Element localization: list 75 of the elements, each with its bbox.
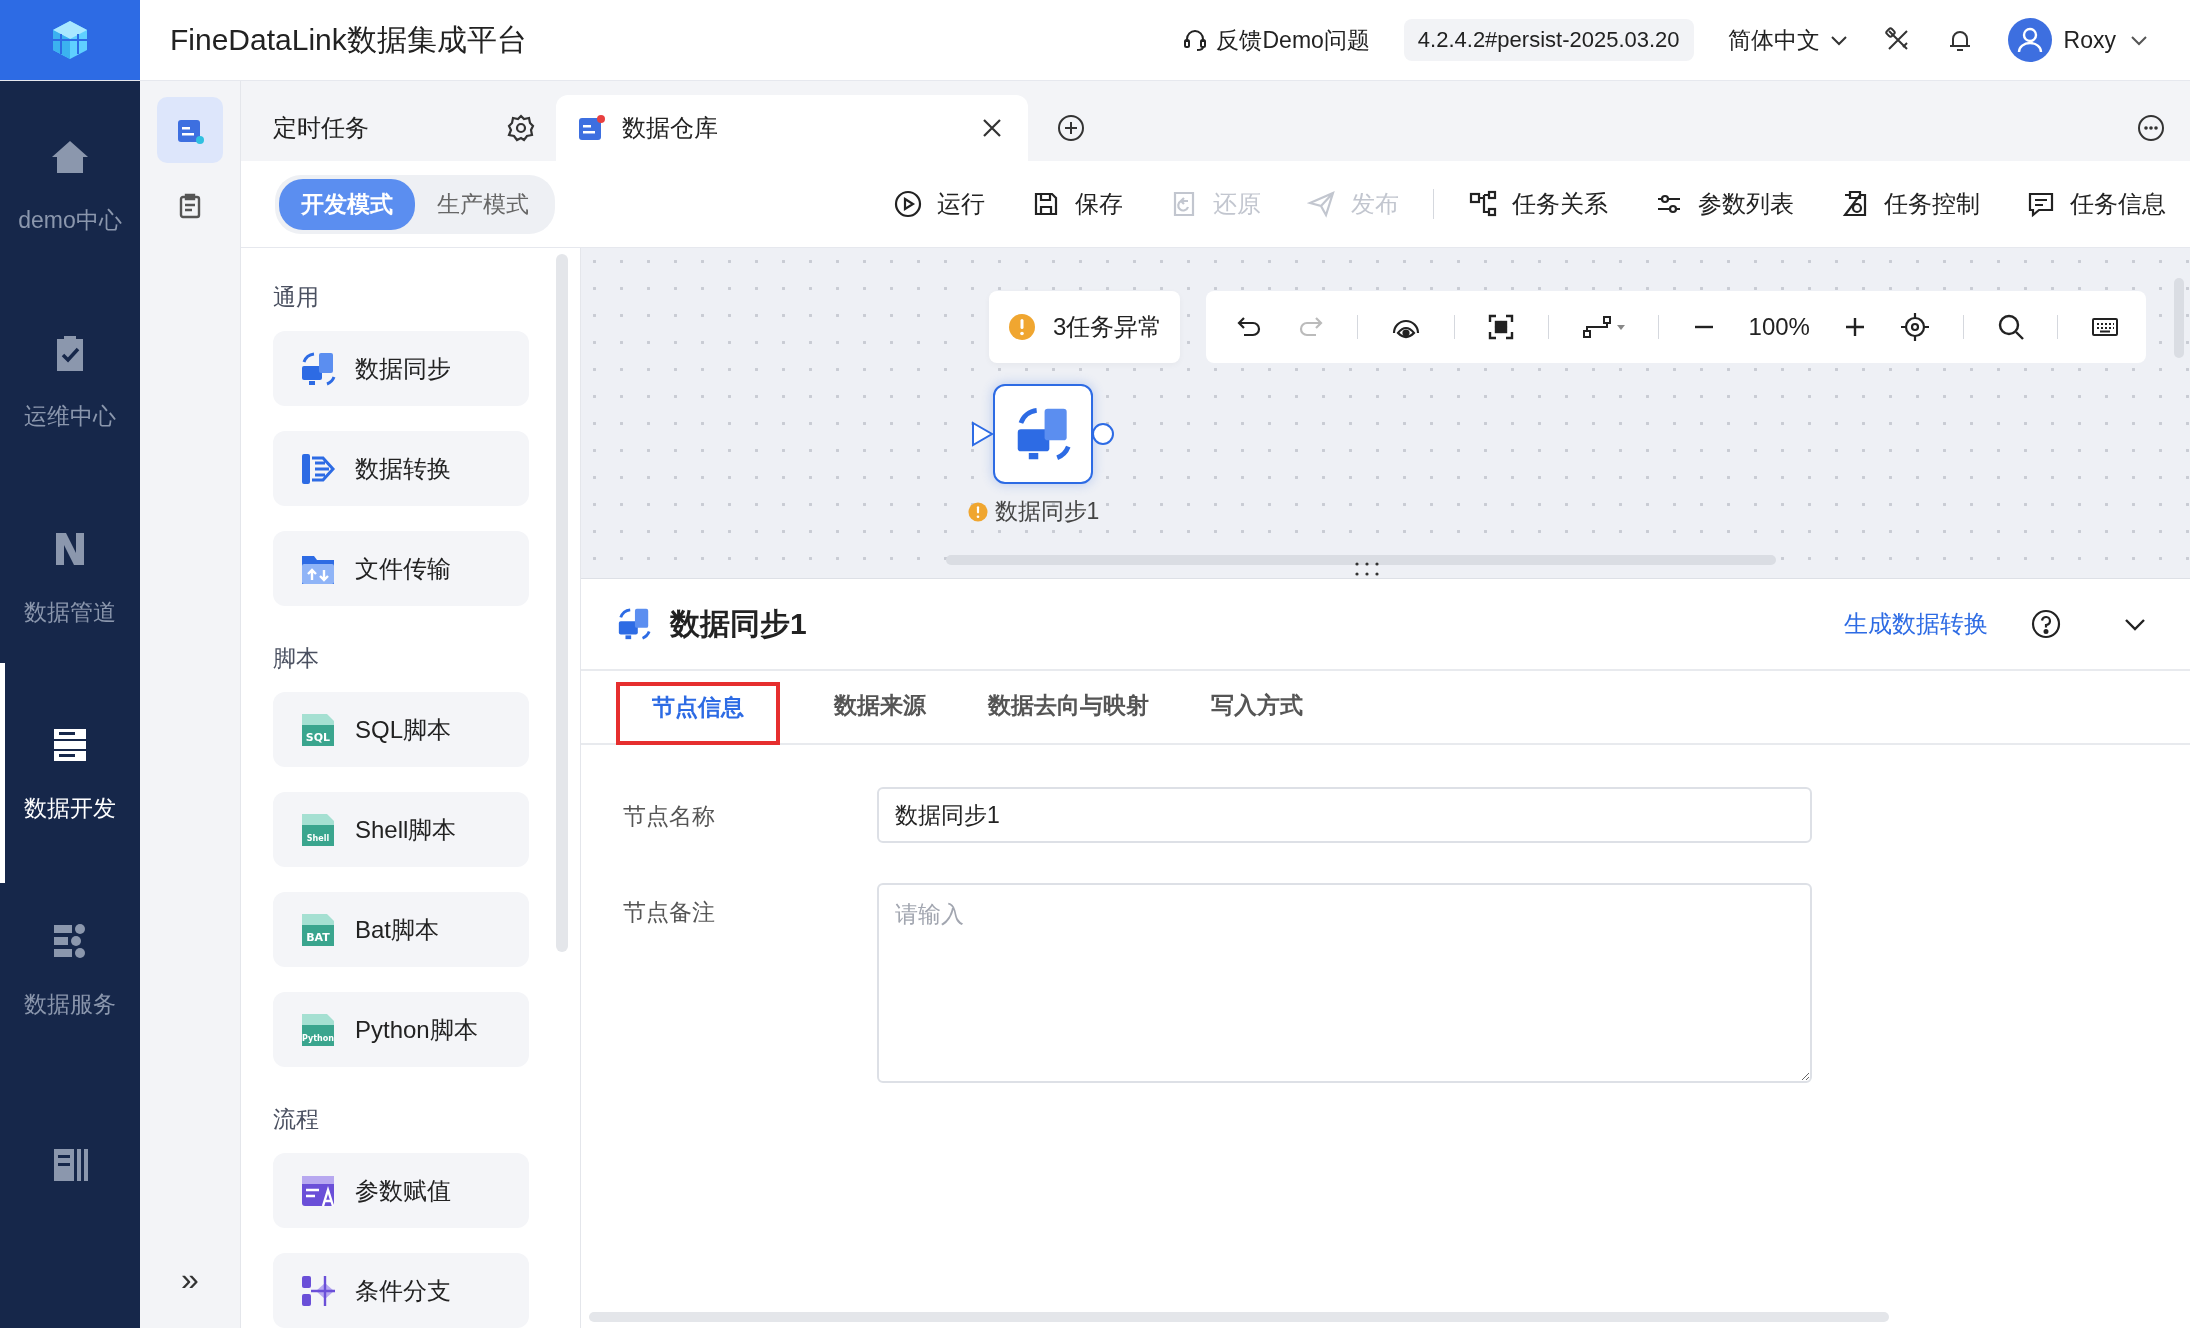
palette-label: 数据同步: [355, 353, 451, 384]
crosshair-icon[interactable]: [1899, 311, 1932, 343]
palette-item[interactable]: Shell Shell脚本: [273, 792, 529, 867]
field-label: 节点备注: [623, 898, 716, 927]
field-label: 节点名称: [623, 802, 716, 831]
workflow-node[interactable]: [993, 384, 1093, 484]
more-icon[interactable]: [2136, 113, 2166, 143]
palette-label: 参数赋值: [355, 1175, 451, 1206]
node-label: 数据同步1: [994, 497, 1100, 526]
nav-label: 数据服务: [24, 989, 116, 1019]
textarea-field[interactable]: 请输入: [877, 883, 1812, 1083]
palette-label: SQL脚本: [355, 714, 452, 745]
group-title: 脚本: [273, 644, 320, 673]
help-icon[interactable]: [2030, 608, 2062, 640]
mode-option[interactable]: 生产模式: [415, 178, 551, 230]
palette-item[interactable]: 数据转换: [273, 431, 529, 506]
subnav-item[interactable]: [157, 97, 223, 163]
palette-label: 数据转换: [355, 453, 451, 484]
palette-label: Python脚本: [355, 1014, 478, 1045]
palette-label: 文件传输: [355, 553, 451, 584]
editor-tab[interactable]: 定时任务: [241, 95, 556, 161]
palette-item[interactable]: 数据同步: [273, 331, 529, 406]
palette-label: Shell脚本: [355, 814, 457, 845]
input-port-icon[interactable]: [971, 420, 995, 448]
expand-sidebar-button[interactable]: »: [173, 1261, 207, 1298]
palette-label: 条件分支: [355, 1275, 451, 1306]
toolbar-button[interactable]: 任务信息: [2026, 188, 2166, 220]
feedback-button[interactable]: 反馈Demo问题: [1182, 24, 1370, 56]
panel-tab[interactable]: 数据去向与映射: [980, 690, 1157, 743]
palette-label: Bat脚本: [355, 914, 440, 945]
add-tab-icon[interactable]: [1056, 113, 1086, 143]
gear-icon[interactable]: [506, 113, 536, 143]
language-dropdown[interactable]: 简体中文: [1727, 24, 1850, 56]
warning-text: 3任务异常: [1053, 312, 1163, 342]
group-title: 流程: [273, 1105, 320, 1134]
warning-badge[interactable]: 3任务异常: [989, 291, 1181, 363]
avatar-icon: [2007, 18, 2052, 62]
input-field[interactable]: 数据同步1: [877, 787, 1812, 843]
toolbar-button[interactable]: 任务关系: [1468, 188, 1608, 220]
app-title: FineDataLink数据集成平台: [170, 21, 527, 58]
scrollbar-thumb[interactable]: [946, 555, 1776, 565]
editor-tab[interactable]: 数据仓库: [556, 95, 1028, 161]
palette-item[interactable]: Python Python脚本: [273, 992, 529, 1067]
palette-item[interactable]: BAT Bat脚本: [273, 892, 529, 967]
hierarchy-icon: [1468, 189, 1498, 219]
nav-label: demo中心: [18, 205, 122, 235]
toolbar-button[interactable]: 参数列表: [1654, 188, 1794, 220]
version-label: 4.2.4.2#persist-2025.03.20: [1403, 19, 1694, 61]
toolbar-button[interactable]: 保存: [1031, 188, 1123, 220]
play-icon: [893, 189, 923, 219]
panel-tab[interactable]: 写入方式: [1203, 690, 1311, 743]
monitor-database-icon: [616, 606, 652, 642]
calendar-icon: [576, 113, 606, 143]
nav-label: 运维中心: [24, 401, 116, 431]
send-icon: [1307, 189, 1337, 219]
palette-item[interactable]: SQL SQL脚本: [273, 692, 529, 767]
toolbar-button[interactable]: 任务控制: [1840, 188, 1980, 220]
headset-icon: [1182, 27, 1209, 53]
group-title: 通用: [273, 283, 320, 312]
zoom-level: 100%: [1748, 313, 1810, 341]
generate-link[interactable]: 生成数据转换: [1844, 608, 1988, 640]
toolbar-button[interactable]: 运行: [893, 188, 985, 220]
warning-icon: [1007, 312, 1037, 342]
user-menu[interactable]: Roxy: [2007, 18, 2150, 62]
panel-title: 数据同步1: [670, 605, 807, 642]
nav-label: 数据管道: [24, 597, 116, 627]
palette-item[interactable]: 参数赋值: [273, 1153, 529, 1228]
scrollbar-thumb[interactable]: [589, 1312, 1889, 1322]
panel-tab[interactable]: 节点信息: [616, 682, 780, 745]
palette-item[interactable]: 条件分支: [273, 1253, 529, 1328]
nav-label: 数据开发: [24, 793, 116, 823]
palette-item[interactable]: 文件传输: [273, 531, 529, 606]
output-port-icon[interactable]: [1091, 422, 1115, 446]
panel-tab[interactable]: 数据来源: [826, 690, 934, 743]
scrollbar-thumb[interactable]: [556, 254, 568, 952]
